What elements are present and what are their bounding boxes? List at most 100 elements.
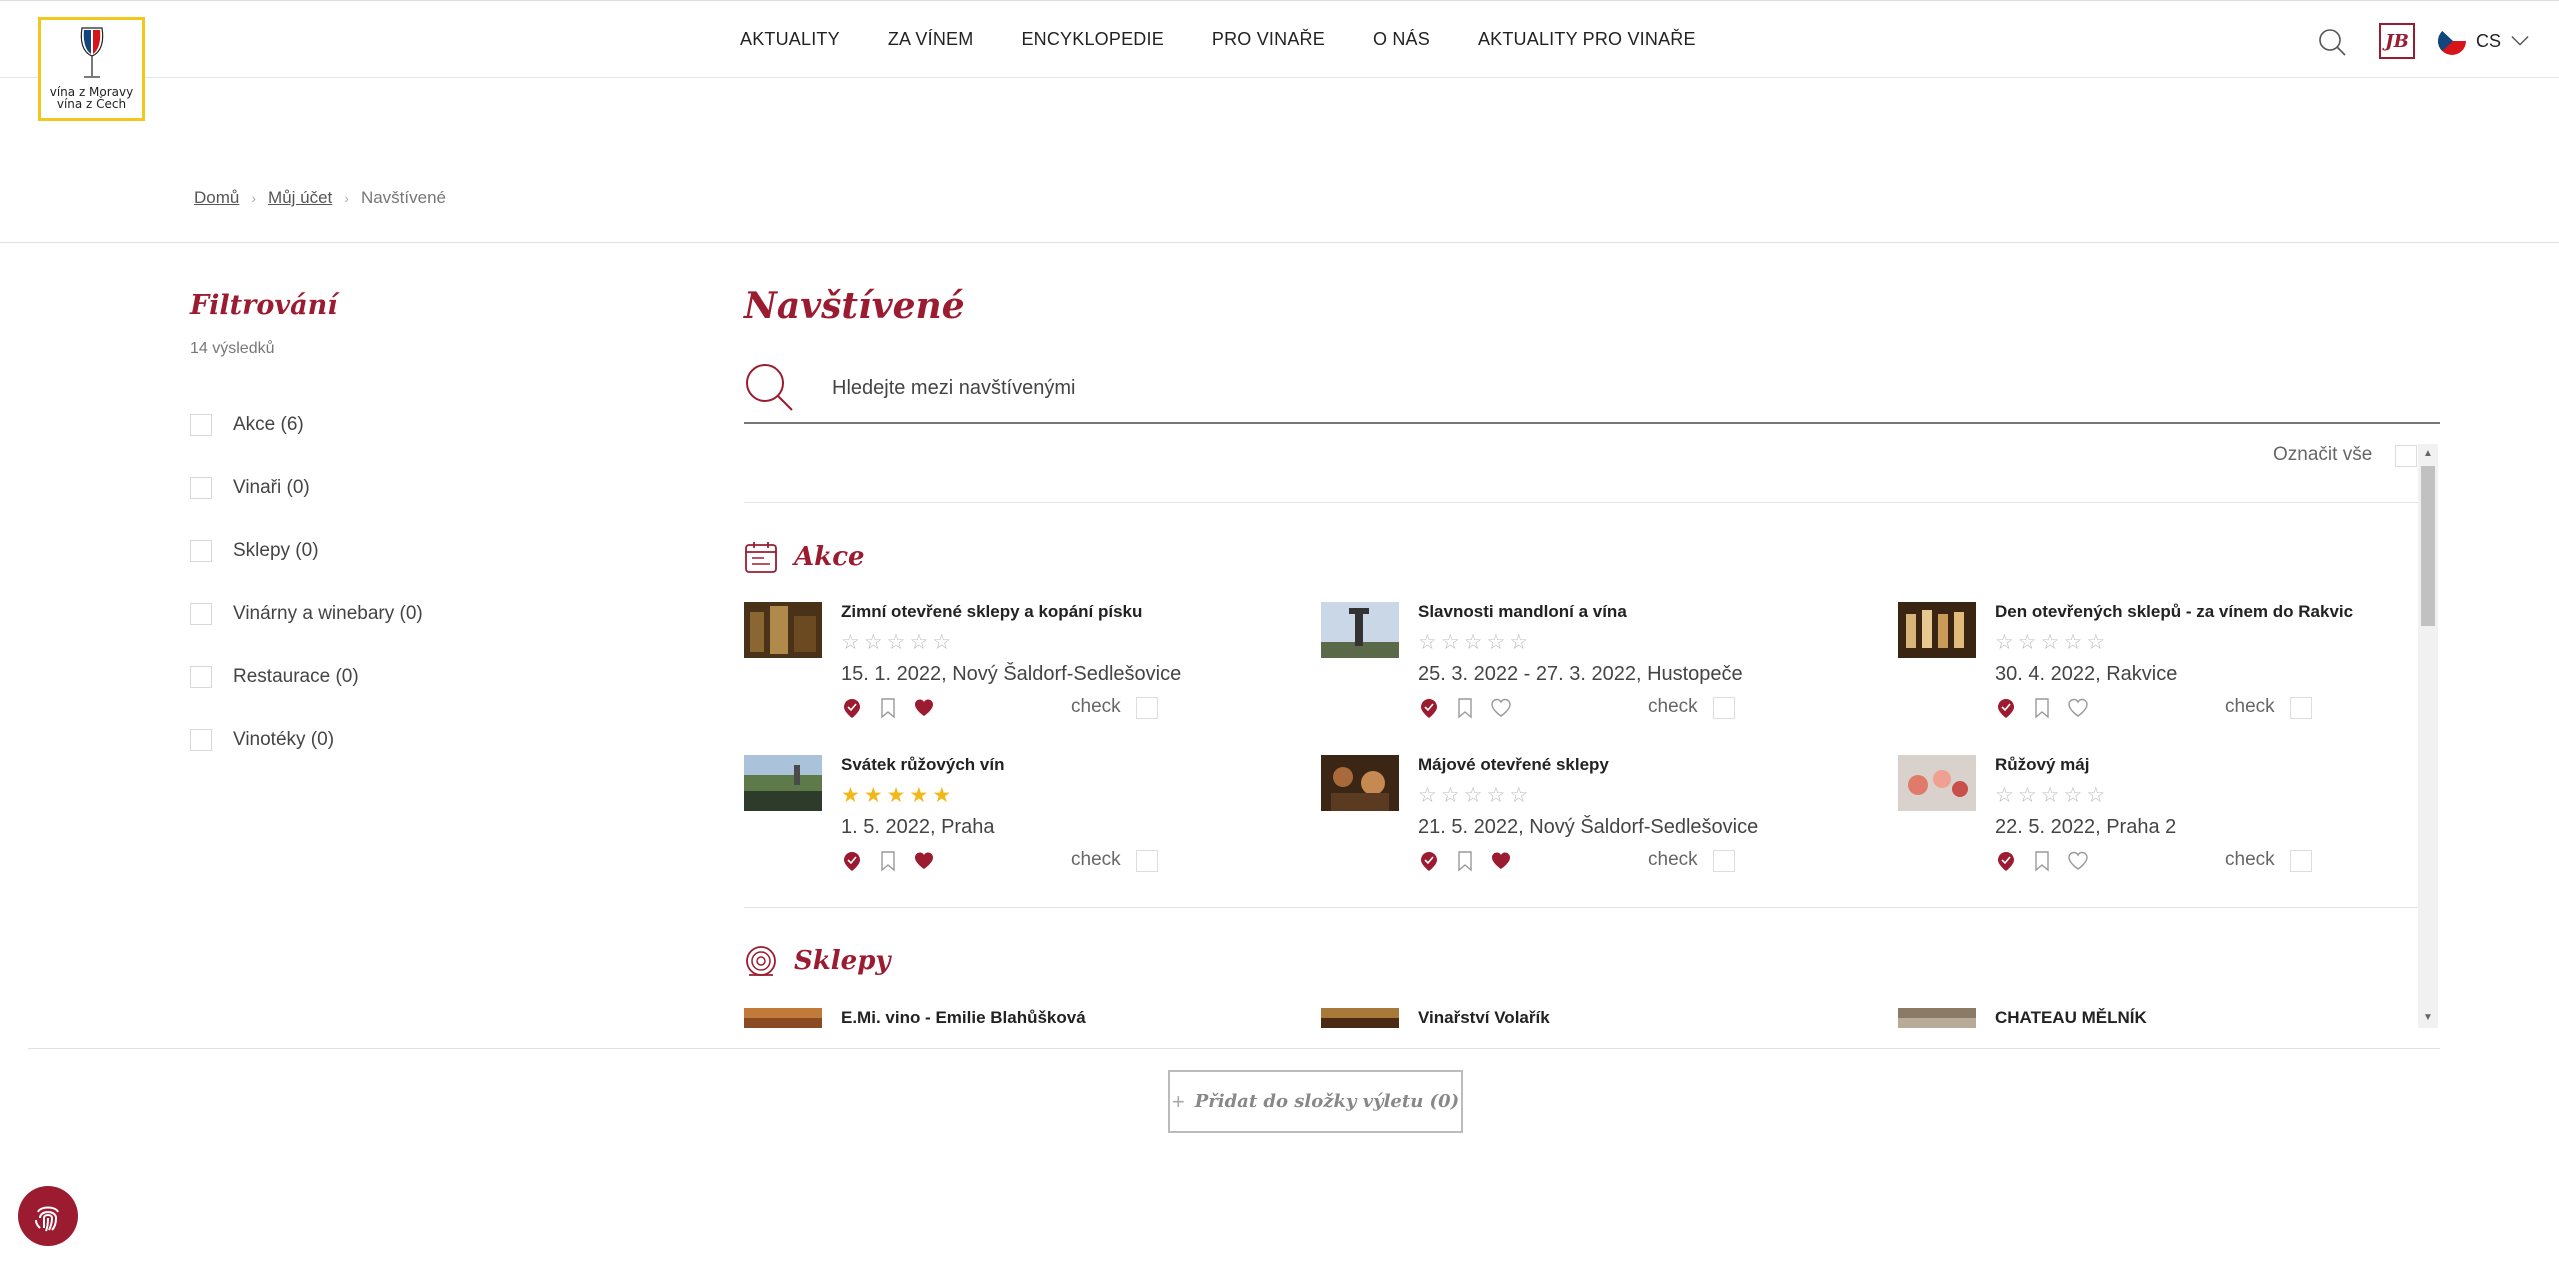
visited-pin-icon[interactable] [1418, 697, 1440, 719]
filter-checkbox[interactable] [190, 539, 212, 562]
cellar-thumbnail[interactable] [1321, 1008, 1399, 1028]
filter-checkbox[interactable] [190, 665, 212, 688]
check-label: check [1071, 696, 1121, 717]
search-input[interactable] [832, 370, 2332, 406]
nav-pro-vinare[interactable]: PRO VINAŘE [1212, 29, 1325, 50]
breadcrumb-home[interactable]: Domů [194, 188, 239, 208]
list-item[interactable]: Svátek růžových vín ★ ★ ★ ★ ★ 1. 5. 2022, Pr… [744, 755, 1304, 895]
bookmark-icon[interactable] [2031, 697, 2053, 719]
heart-outline-icon[interactable] [2067, 850, 2089, 872]
filter-checkbox[interactable] [190, 602, 212, 625]
filter-checkbox[interactable] [190, 728, 212, 751]
scroll-thumb[interactable] [2421, 466, 2435, 626]
cellar-thumbnail[interactable] [1898, 1008, 1976, 1028]
scroll-up-icon[interactable]: ▲ [2418, 444, 2438, 464]
item-actions [1995, 850, 2089, 872]
visited-pin-icon[interactable] [841, 850, 863, 872]
item-title[interactable]: Vinařství Volařík [1418, 1008, 1550, 1028]
search-icon[interactable] [2317, 27, 2347, 57]
fingerprint-button[interactable] [18, 1186, 78, 1246]
nav-encyklopedie[interactable]: ENCYKLOPEDIE [1021, 29, 1163, 50]
event-thumbnail[interactable] [1898, 755, 1976, 811]
item-actions [841, 697, 935, 719]
item-checkbox[interactable] [2290, 850, 2312, 872]
item-checkbox[interactable] [1713, 697, 1735, 719]
scroll-down-icon[interactable]: ▼ [2418, 1008, 2438, 1028]
filter-vinarny[interactable]: Vinárny a winebary (0) [190, 582, 423, 645]
visited-pin-icon[interactable] [1418, 850, 1440, 872]
section-title: Sklepy [794, 946, 891, 976]
rating-stars[interactable]: ★ ★ ★ ★ ★ [841, 785, 951, 806]
bookmark-icon[interactable] [1454, 850, 1476, 872]
add-to-trip-folder-button[interactable]: + Přidat do složky výletu (0) [1168, 1070, 1463, 1133]
filter-checkbox[interactable] [190, 476, 212, 499]
heart-icon[interactable] [913, 697, 935, 719]
nav-aktuality-pro-vinare[interactable]: AKTUALITY PRO VINAŘE [1478, 29, 1696, 50]
filter-restaurace[interactable]: Restaurace (0) [190, 645, 423, 708]
rating-stars[interactable]: ☆ ☆ ☆ ☆ ☆ [1418, 632, 1528, 653]
bookmark-icon[interactable] [1454, 697, 1476, 719]
list-item[interactable]: Vinařství Volařík [1321, 1008, 1881, 1028]
bookmark-icon[interactable] [2031, 850, 2053, 872]
visited-pin-icon[interactable] [1995, 697, 2017, 719]
event-thumbnail[interactable] [1321, 755, 1399, 811]
item-title[interactable]: E.Mi. vino - Emilie Blahůšková [841, 1008, 1086, 1028]
filter-akce[interactable]: Akce (6) [190, 393, 423, 456]
item-title[interactable]: Svátek růžových vín [841, 755, 1004, 775]
event-thumbnail[interactable] [1321, 602, 1399, 658]
bookmark-icon[interactable] [877, 850, 899, 872]
nav-o-nas[interactable]: O NÁS [1373, 29, 1430, 50]
visited-pin-icon[interactable] [1995, 850, 2017, 872]
list-item[interactable]: CHATEAU MĚLNÍK [1898, 1008, 2440, 1028]
list-scrollbar[interactable]: ▲ ▼ [2418, 444, 2438, 1028]
check-label: check [1648, 849, 1698, 870]
filter-vinoteky[interactable]: Vinotéky (0) [190, 708, 423, 771]
nav-aktuality[interactable]: AKTUALITY [740, 29, 840, 50]
rating-stars[interactable]: ☆ ☆ ☆ ☆ ☆ [1418, 785, 1528, 806]
item-title[interactable]: Májové otevřené sklepy [1418, 755, 1609, 775]
list-item[interactable]: E.Mi. vino - Emilie Blahůšková [744, 1008, 1304, 1028]
rating-stars[interactable]: ☆ ☆ ☆ ☆ ☆ [1995, 785, 2105, 806]
item-checkbox[interactable] [2290, 697, 2312, 719]
filter-label: Vinárny a winebary (0) [233, 602, 423, 624]
rating-stars[interactable]: ☆ ☆ ☆ ☆ ☆ [1995, 632, 2105, 653]
event-thumbnail[interactable] [744, 602, 822, 658]
item-title[interactable]: CHATEAU MĚLNÍK [1995, 1008, 2147, 1028]
list-item[interactable]: Den otevřených sklepů - za vínem do Rakv… [1898, 602, 2440, 742]
heart-outline-icon[interactable] [1490, 697, 1512, 719]
item-checkbox[interactable] [1136, 697, 1158, 719]
item-meta: 25. 3. 2022 - 27. 3. 2022, Hustopeče [1418, 663, 1743, 685]
list-item[interactable]: Zimní otevřené sklepy a kopání písku ☆ ☆ ☆… [744, 602, 1304, 742]
item-title[interactable]: Den otevřených sklepů - za vínem do Rakv… [1995, 602, 2353, 622]
site-logo[interactable]: vína z Moravy vína z Čech [38, 17, 145, 121]
heart-icon[interactable] [913, 850, 935, 872]
item-title[interactable]: Zimní otevřené sklepy a kopání písku [841, 602, 1142, 622]
item-title[interactable]: Slavnosti mandloní a vína [1418, 602, 1627, 622]
nav-za-vinem[interactable]: ZA VÍNEM [888, 29, 974, 50]
item-actions [1418, 850, 1512, 872]
fingerprint-icon [35, 1206, 59, 1232]
item-title[interactable]: Růžový máj [1995, 755, 2089, 775]
user-avatar[interactable]: JB [2379, 23, 2415, 59]
visited-pin-icon[interactable] [841, 697, 863, 719]
list-item[interactable]: Růžový máj ☆ ☆ ☆ ☆ ☆ 22. 5. 2022, Praha 2 ch… [1898, 755, 2440, 895]
list-item[interactable]: Slavnosti mandloní a vína ☆ ☆ ☆ ☆ ☆ 25. 3. 2… [1321, 602, 1881, 742]
event-thumbnail[interactable] [1898, 602, 1976, 658]
filter-vinari[interactable]: Vinaři (0) [190, 456, 423, 519]
rating-stars[interactable]: ☆ ☆ ☆ ☆ ☆ [841, 632, 951, 653]
filter-label: Vinotéky (0) [233, 728, 335, 750]
breadcrumb-account[interactable]: Můj účet [268, 188, 332, 208]
filter-sklepy[interactable]: Sklepy (0) [190, 519, 423, 582]
cellar-thumbnail[interactable] [744, 1008, 822, 1028]
item-checkbox[interactable] [1713, 850, 1735, 872]
heart-outline-icon[interactable] [2067, 697, 2089, 719]
add-button-label: Přidat do složky výletu (0) [1194, 1091, 1460, 1112]
list-item[interactable]: Májové otevřené sklepy ☆ ☆ ☆ ☆ ☆ 21. 5. 2022… [1321, 755, 1881, 895]
item-checkbox[interactable] [1136, 850, 1158, 872]
heart-icon[interactable] [1490, 850, 1512, 872]
language-switcher[interactable]: CS [2438, 27, 2529, 55]
bookmark-icon[interactable] [877, 697, 899, 719]
filter-checkbox[interactable] [190, 413, 212, 436]
event-thumbnail[interactable] [744, 755, 822, 811]
search-icon[interactable] [744, 362, 794, 412]
